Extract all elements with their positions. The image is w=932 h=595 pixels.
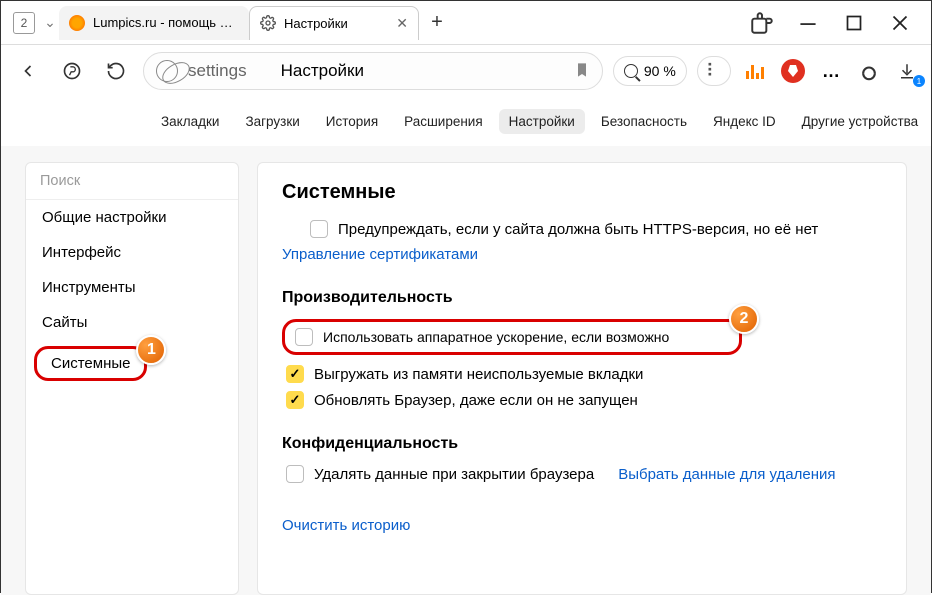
minimize-icon[interactable] (795, 10, 821, 36)
bookmark-icon[interactable] (574, 60, 590, 83)
settings-sidebar: Поиск Общие настройки Интерфейс Инструме… (25, 162, 239, 595)
nav-bookmarks[interactable]: Закладки (151, 109, 229, 134)
window-close-icon[interactable] (887, 10, 913, 36)
tab-count[interactable]: 2 (13, 12, 35, 34)
download-count-badge: 1 (913, 75, 925, 87)
nav-other-devices[interactable]: Другие устройства (792, 109, 929, 134)
nav-downloads[interactable]: Загрузки (235, 109, 309, 134)
annotation-badge-2: 2 (729, 304, 759, 334)
section-heading-performance: Производительность (282, 289, 882, 307)
new-tab-button[interactable]: + (423, 9, 451, 37)
url-title: Настройки (281, 61, 364, 81)
checkbox-https-warn[interactable] (310, 220, 328, 238)
extensions-icon[interactable] (749, 10, 775, 36)
url-host: settings (188, 61, 247, 81)
close-icon[interactable]: ✕ (396, 15, 408, 32)
annotation-badge-1: 1 (136, 335, 166, 365)
nav-extensions[interactable]: Расширения (394, 109, 493, 134)
address-bar[interactable]: settings Настройки (143, 52, 603, 90)
more-button[interactable]: … (817, 57, 845, 85)
sidebar-item-tools[interactable]: Инструменты (26, 270, 238, 305)
label-unload-tabs: Выгружать из памяти неиспользуемые вклад… (314, 366, 643, 383)
nav-security[interactable]: Безопасность (591, 109, 697, 134)
zoom-chip[interactable]: 90 % (613, 56, 687, 86)
feedback-icon[interactable] (855, 57, 883, 85)
section-heading-privacy: Конфиденциальность (282, 435, 882, 453)
tab-lumpics[interactable]: Lumpics.ru - помощь с компьютером (59, 6, 249, 40)
nav-yandex-id[interactable]: Яндекс ID (703, 109, 786, 134)
sidebar-item-label: Системные (51, 355, 130, 372)
music-extension-icon[interactable] (741, 57, 769, 85)
reload-button[interactable] (99, 54, 133, 88)
checkbox-bg-update[interactable] (286, 391, 304, 409)
sidebar-item-general[interactable]: Общие настройки (26, 200, 238, 235)
menu-button[interactable]: ⠇ (697, 56, 731, 86)
label-https-warn: Предупреждать, если у сайта должна быть … (338, 221, 818, 238)
tab-label: Lumpics.ru - помощь с компьютером (93, 15, 239, 30)
sidebar-item-sites[interactable]: Сайты (26, 305, 238, 340)
checkbox-clear-on-close[interactable] (286, 465, 304, 483)
link-clear-history[interactable]: Очистить историю (282, 517, 410, 534)
highlighted-hw-accel: Использовать аппаратное ускорение, если … (282, 319, 742, 355)
nav-history[interactable]: История (316, 109, 388, 134)
sidebar-item-system[interactable]: Системные 1 (34, 346, 147, 381)
back-button[interactable] (11, 54, 45, 88)
globe-icon (156, 60, 178, 82)
label-hw-accel: Использовать аппаратное ускорение, если … (323, 329, 669, 345)
link-manage-certificates[interactable]: Управление сертификатами (282, 246, 478, 263)
gear-icon (260, 15, 276, 31)
sidebar-item-interface[interactable]: Интерфейс (26, 235, 238, 270)
tab-label: Настройки (284, 16, 388, 31)
tab-settings[interactable]: Настройки ✕ (249, 6, 419, 40)
sidebar-search[interactable]: Поиск (26, 163, 238, 200)
maximize-icon[interactable] (841, 10, 867, 36)
section-heading-system: Системные (282, 181, 882, 204)
checkbox-hw-accel[interactable] (295, 328, 313, 346)
magnifier-icon (624, 64, 638, 78)
adblock-extension-icon[interactable] (779, 57, 807, 85)
settings-main: Системные Предупреждать, если у сайта до… (257, 162, 907, 595)
label-bg-update: Обновлять Браузер, даже если он не запущ… (314, 392, 638, 409)
link-choose-data[interactable]: Выбрать данные для удаления (618, 466, 835, 483)
favicon-icon (69, 15, 85, 31)
zoom-value: 90 % (644, 63, 676, 79)
yandex-icon[interactable] (55, 54, 89, 88)
checkbox-unload-tabs[interactable] (286, 365, 304, 383)
settings-nav: Закладки Загрузки История Расширения Нас… (1, 97, 931, 146)
downloads-button[interactable]: 1 (893, 57, 921, 85)
label-clear-on-close: Удалять данные при закрытии браузера (314, 466, 594, 483)
nav-settings[interactable]: Настройки (499, 109, 585, 134)
chevron-down-icon[interactable]: ⌄ (41, 14, 59, 31)
